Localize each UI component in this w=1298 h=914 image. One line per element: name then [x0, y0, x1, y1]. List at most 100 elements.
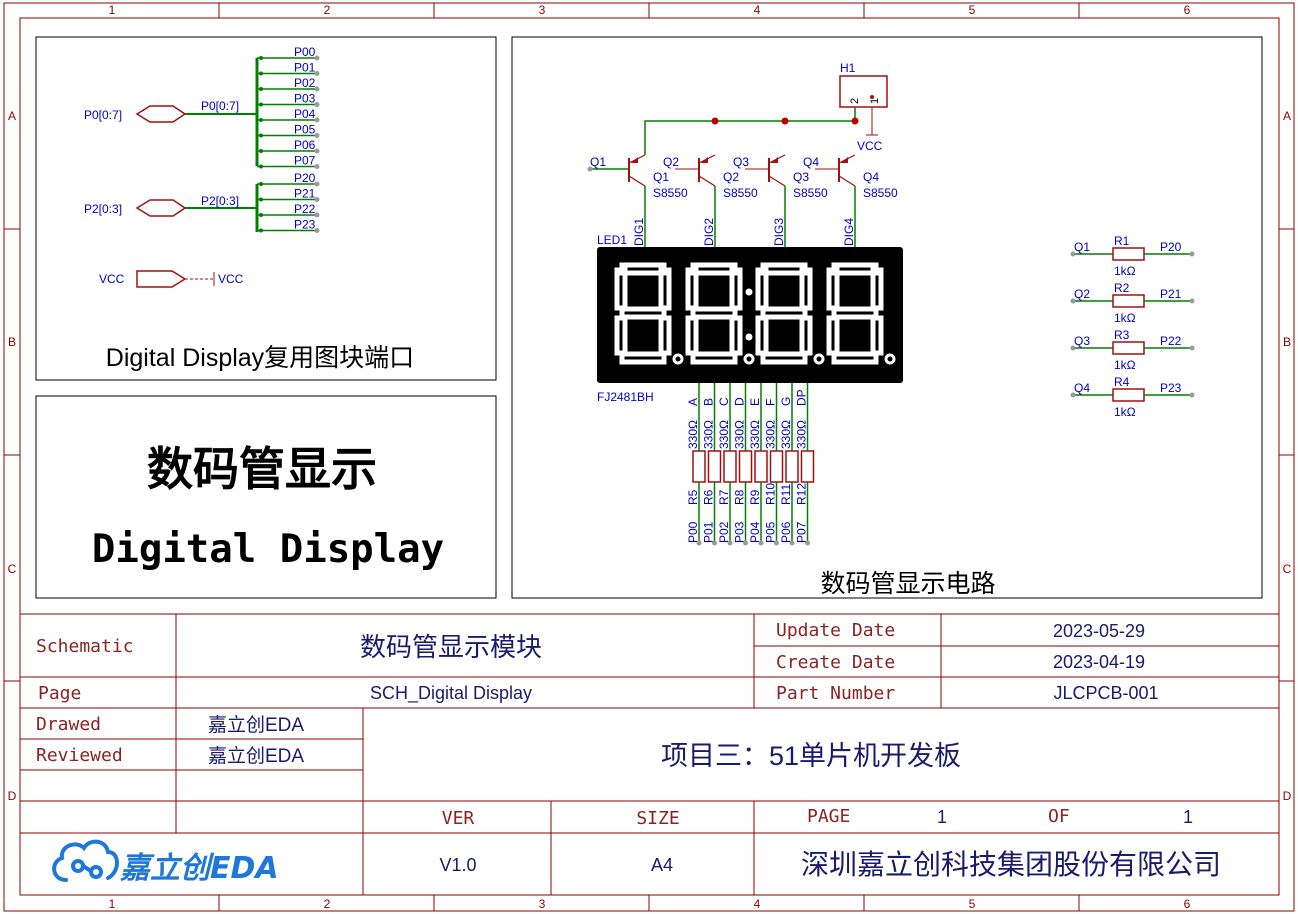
port-symbol-vcc[interactable]	[136, 270, 187, 288]
row-label: C	[8, 562, 17, 576]
resistor-ref: R3	[1114, 328, 1130, 342]
create-date-value: 2023-04-19	[1053, 652, 1145, 672]
info-table-text: Schematic 数码管显示模块 Update Date 2023-05-29…	[36, 620, 1221, 880]
segment-pin-label: F	[764, 399, 778, 406]
transistor-ref: Q4	[863, 170, 879, 184]
col-label: 2	[324, 897, 331, 911]
col-label: 3	[539, 897, 546, 911]
jlc-eda-logo: 嘉立创EDA	[52, 839, 279, 886]
digit-pin-label: DIG3	[772, 218, 786, 246]
row-label: A	[1283, 109, 1291, 123]
segment-pin-label: D	[733, 397, 747, 406]
col-label: 5	[969, 3, 976, 17]
net-label: P20	[294, 171, 316, 185]
transistor-part: S8550	[863, 186, 898, 200]
header-h1[interactable]: H1 2 1 VCC	[839, 61, 888, 153]
net-label: P23	[294, 218, 316, 232]
port-label-p2: P2[0:3]	[84, 202, 122, 216]
logo-text: 嘉立创EDA	[119, 851, 279, 886]
bus-label-p0: P0[0:7]	[201, 99, 239, 113]
row-label: D	[1283, 789, 1292, 803]
net-stub: P00	[257, 45, 320, 61]
net-label: P02	[294, 76, 316, 90]
net-stub: P22	[257, 202, 320, 218]
resistor-value: 330Ω	[779, 420, 793, 449]
resistor-net-label: P02	[717, 521, 731, 543]
reviewed-label: Reviewed	[36, 745, 123, 766]
segment-pin-label: DP	[795, 389, 809, 406]
company-name: 深圳嘉立创科技集团股份有限公司	[801, 849, 1221, 880]
segment-pin-label: E	[748, 398, 762, 406]
resistor-r5[interactable]: A 330Ω R5 P00	[686, 383, 706, 546]
resistor-value: 1kΩ	[1114, 405, 1136, 419]
resistor-net-label: P00	[686, 521, 700, 543]
create-date-label: Create Date	[776, 652, 895, 673]
segment-pin-label: A	[686, 398, 700, 406]
col-label: 4	[754, 897, 761, 911]
port-symbol-p2[interactable]	[135, 199, 187, 217]
row-label: B	[1283, 335, 1291, 349]
vcc-net-label: VCC	[218, 272, 244, 286]
segment-pin-label: B	[702, 398, 716, 406]
col-label: 6	[1184, 897, 1191, 911]
cloud-icon	[52, 839, 119, 882]
port-symbol-p0[interactable]	[135, 105, 187, 123]
base-resistor-group: Q1 R1 1kΩ P20 Q2 R2 1kΩ P21 Q3 R3 1kΩ P22 Q4 R4 1kΩ P23	[1070, 234, 1195, 419]
col-label: 4	[754, 3, 761, 17]
base-net-label: Q3	[733, 155, 749, 169]
resistor-r3[interactable]: Q3 R3 1kΩ P22	[1070, 328, 1195, 372]
resistor-ref: R8	[733, 489, 747, 505]
col-label: 1	[109, 897, 116, 911]
resistor-ref: R2	[1114, 281, 1130, 295]
net-stub: P03	[257, 92, 320, 107]
net-label: P05	[294, 123, 316, 137]
display-part: FJ2481BH	[597, 390, 654, 404]
resistor-value: 1kΩ	[1114, 311, 1136, 325]
transistor-part: S8550	[793, 186, 828, 200]
title-cn: 数码管显示	[147, 442, 377, 496]
net-stub: P20	[257, 171, 320, 187]
resistor-left-net: Q3	[1074, 334, 1090, 348]
resistor-value: 330Ω	[733, 420, 747, 449]
transistor-q4[interactable]: Q4 Q4 S8550 DIG4	[803, 154, 898, 247]
row-label: B	[8, 335, 16, 349]
net-stub: P06	[257, 138, 320, 154]
net-label: P22	[294, 202, 316, 216]
net-label: P06	[294, 138, 316, 152]
resistor-r2[interactable]: Q2 R2 1kΩ P21	[1070, 281, 1195, 325]
resistor-r4[interactable]: Q4 R4 1kΩ P23	[1070, 375, 1195, 419]
row-label: D	[8, 789, 17, 803]
title-panel: 数码管显示 Digital Display	[35, 395, 497, 599]
title-en: Digital Display	[92, 527, 444, 572]
resistor-value: 1kΩ	[1114, 264, 1136, 278]
resistor-ref: R10	[764, 483, 778, 505]
resistor-ref: R9	[748, 489, 762, 505]
resistor-left-net: Q1	[1074, 240, 1090, 254]
resistor-right-net: P21	[1160, 287, 1182, 301]
segment-resistor-group: A 330Ω R5 P00 B 330Ω R6 P01 C 330Ω R7 P02 D 330Ω R8 P03…	[686, 383, 815, 546]
row-label: A	[8, 109, 16, 123]
net-stub: P04	[257, 107, 320, 123]
circuit-panel: H1 2 1 VCC Q1Q1S8550DIG1Q2Q2S8550DIG2Q3Q…	[511, 36, 1263, 599]
net-stub: P21	[257, 187, 320, 202]
resistor-r1[interactable]: Q1 R1 1kΩ P20	[1070, 234, 1195, 278]
header-vcc-net: VCC	[857, 139, 883, 153]
resistor-right-net: P20	[1160, 240, 1182, 254]
drawed-value: 嘉立创EDA	[208, 714, 304, 736]
update-date-value: 2023-05-29	[1053, 621, 1145, 641]
schematic-sheet: 1 2 3 4 5 6 1 2 3 4 5 6 A B C D A B C D …	[3, 2, 1295, 912]
transistor-ref: Q2	[723, 170, 739, 184]
net-label: P01	[294, 61, 316, 75]
resistor-ref: R7	[717, 489, 731, 505]
resistor-value: 330Ω	[717, 420, 731, 449]
ver-label: VER	[442, 808, 475, 829]
resistor-ref: R5	[686, 489, 700, 505]
resistor-value: 330Ω	[795, 420, 809, 449]
resistor-value: 330Ω	[702, 420, 716, 449]
emitter-rail	[644, 120, 855, 155]
col-label: 3	[539, 3, 546, 17]
p0-net-list: P00 P01P02 P03P04 P05P06 P07	[257, 45, 320, 169]
row-label: C	[1283, 562, 1292, 576]
net-label: P07	[294, 154, 316, 168]
size-label: SIZE	[636, 808, 679, 829]
